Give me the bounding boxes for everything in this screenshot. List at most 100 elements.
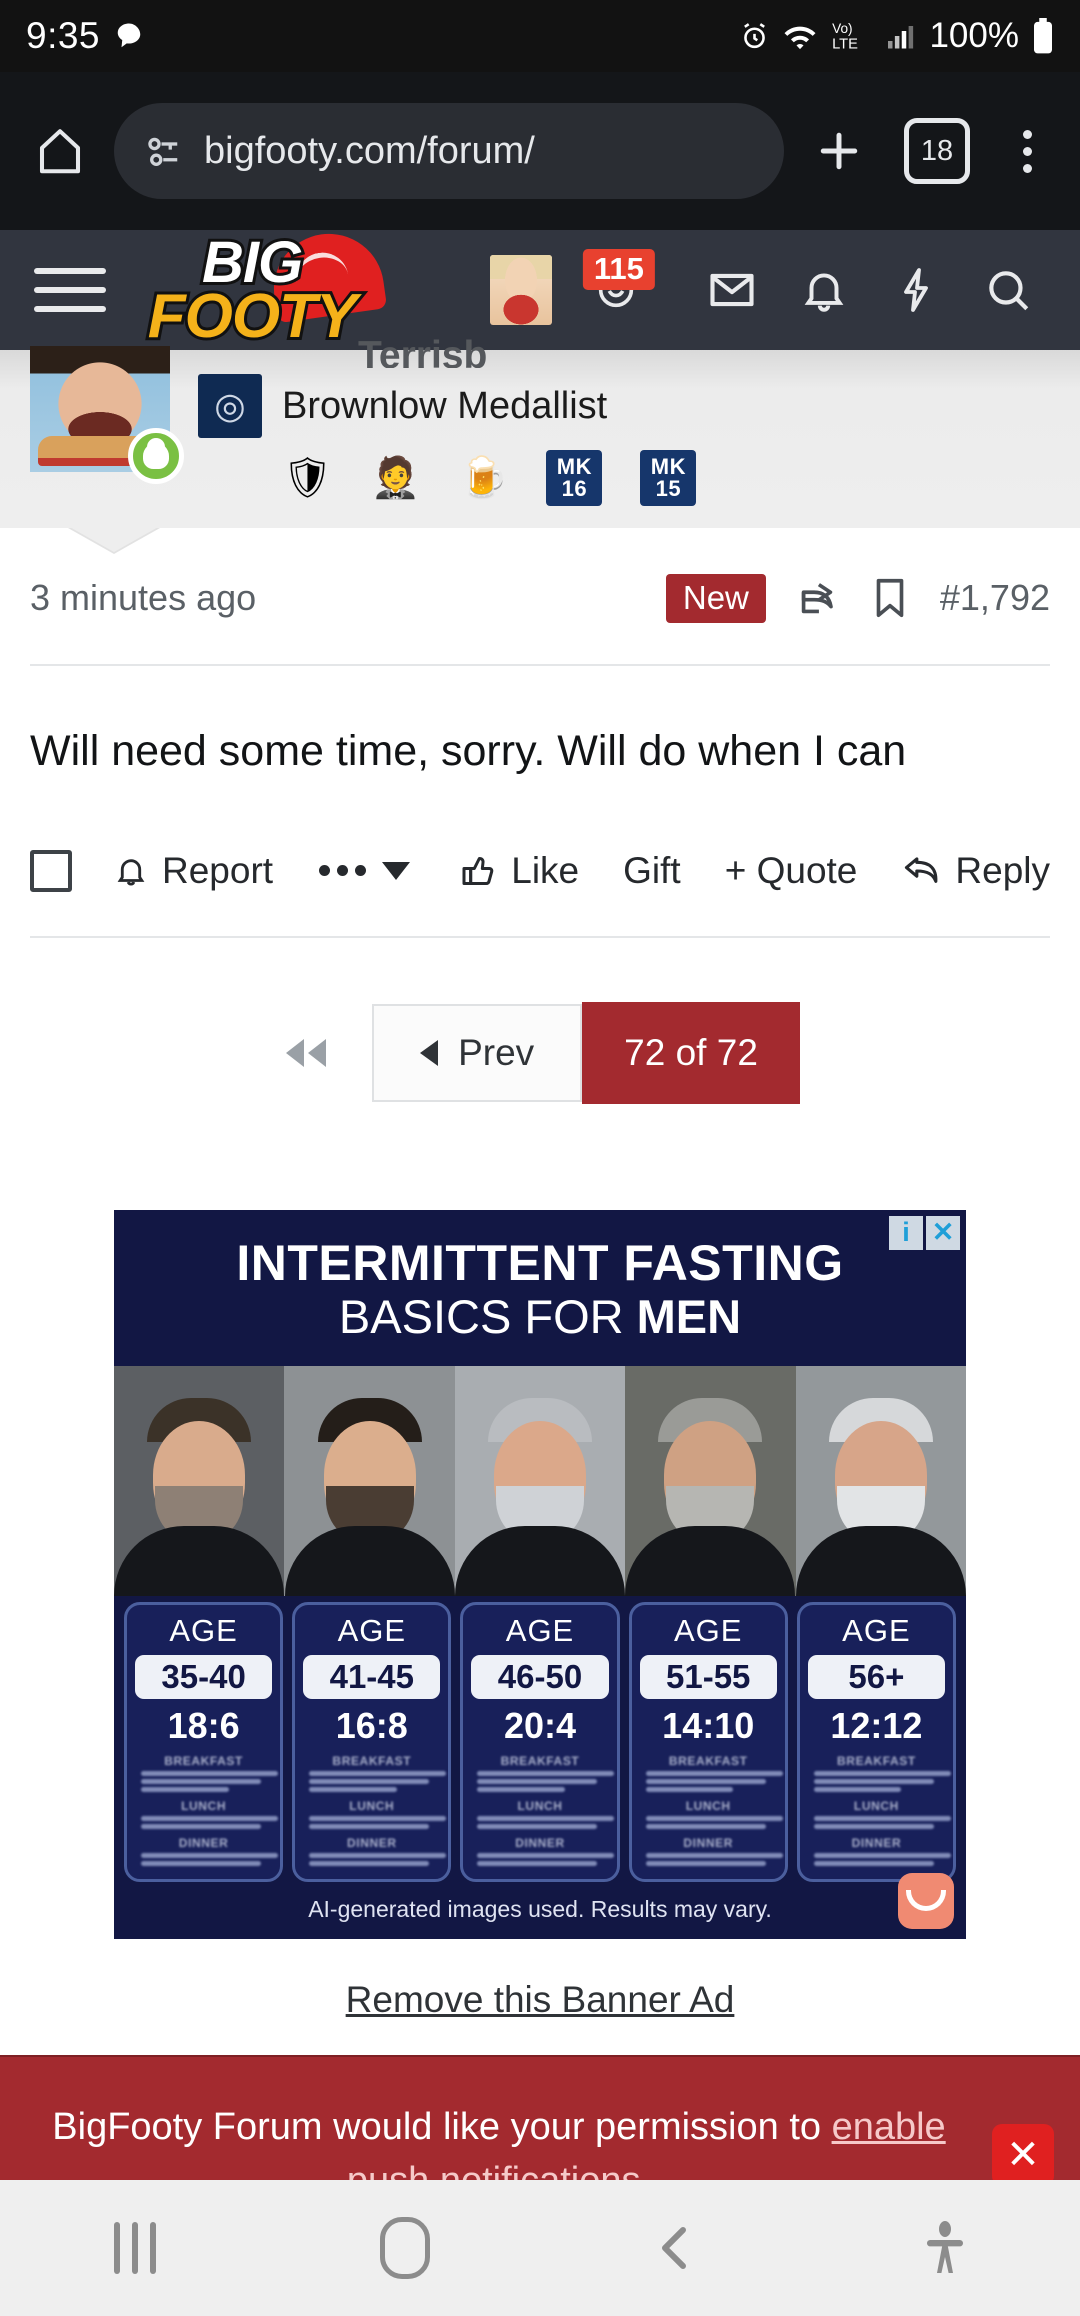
ad-meal-line — [813, 1786, 902, 1792]
post-meta-row: 3 minutes ago New #1,792 — [30, 550, 1050, 646]
close-icon[interactable]: ✕ — [992, 2123, 1054, 2186]
ad-disclaimer-text: AI-generated images used. Results may va… — [308, 1895, 772, 1922]
mk-badge-16-bottom: 16 — [561, 476, 588, 501]
mk-badge-16[interactable]: MK 16 — [546, 450, 603, 506]
ad-meal-line — [309, 1786, 397, 1792]
ad-info-icon[interactable]: i — [889, 1215, 923, 1250]
banner-ad-zone: INTERMITTENT FASTING BASICS FOR MEN i ✕ … — [30, 1104, 1050, 2055]
post-number[interactable]: #1,792 — [940, 577, 1050, 619]
report-button[interactable]: Report — [112, 850, 273, 892]
quote-button[interactable]: + Quote — [725, 850, 858, 892]
rank-medal-icon: ◎ — [198, 374, 262, 438]
ad-age-card-5: AGE 56+ 12:12 BREAKFAST LUNCH DINNER — [796, 1601, 957, 1882]
back-icon[interactable] — [540, 2222, 810, 2274]
more-options-button[interactable] — [319, 861, 411, 880]
user-badges: 🛡 🤵 🍺 MK 16 MK 15 — [282, 450, 1050, 506]
bookmark-icon[interactable] — [870, 575, 910, 621]
ad-meal-line — [813, 1778, 934, 1784]
ad-age-label: AGE — [505, 1612, 575, 1648]
battery-percentage: 100% — [929, 16, 1019, 55]
alerts-icon[interactable]: 115 — [580, 249, 655, 313]
bell-icon[interactable] — [778, 265, 870, 315]
ad-meal-line — [141, 1786, 229, 1792]
like-button[interactable]: Like — [459, 850, 579, 892]
recents-icon[interactable] — [0, 2222, 270, 2274]
ad-meal-line — [645, 1778, 766, 1784]
home-icon[interactable] — [270, 2217, 540, 2279]
ad-meal-heading: LUNCH — [853, 1798, 899, 1813]
overflow-menu-icon[interactable] — [996, 129, 1058, 173]
ad-face-3 — [454, 1365, 626, 1596]
mk-badge-15[interactable]: MK 15 — [640, 450, 697, 506]
banner-ad[interactable]: INTERMITTENT FASTING BASICS FOR MEN i ✕ … — [114, 1209, 967, 1939]
post-author-avatar[interactable] — [30, 346, 184, 484]
post-timestamp[interactable]: 3 minutes ago — [30, 577, 256, 619]
ad-meal-line — [813, 1770, 951, 1776]
ad-meal-line — [645, 1852, 783, 1858]
ad-meal-line — [813, 1823, 934, 1829]
gift-button[interactable]: Gift — [623, 850, 681, 892]
ad-meal-line — [309, 1770, 447, 1776]
user-title: Brownlow Medallist — [282, 384, 608, 427]
ad-disclaimer: AI-generated images used. Results may va… — [114, 1872, 966, 1939]
site-settings-icon[interactable] — [144, 130, 186, 172]
ad-controls: i ✕ — [889, 1215, 960, 1250]
ad-fasting-ratio: 16:8 — [335, 1704, 408, 1746]
beer-mug-badge[interactable]: 🍺 — [459, 458, 509, 498]
ad-fasting-ratio: 18:6 — [167, 1704, 240, 1746]
phone-screen: 9:35 Vo) LTE 100% bigfooty.com/forum/ 18… — [0, 0, 1080, 2316]
bigfooty-logo[interactable]: BIG FOOTY — [126, 226, 388, 351]
ad-close-icon[interactable]: ✕ — [926, 1215, 960, 1250]
remove-banner-ad-link[interactable]: Remove this Banner Ad — [346, 1939, 735, 2055]
post-action-row: Report Like Gift + Quote Reply — [30, 836, 1050, 906]
share-icon[interactable] — [794, 575, 840, 621]
home-icon[interactable] — [22, 124, 98, 178]
chat-bubble-icon — [114, 21, 144, 51]
ad-age-label: AGE — [842, 1612, 911, 1648]
first-page-button[interactable] — [280, 1033, 332, 1073]
svg-text:Vo): Vo) — [833, 21, 853, 36]
ad-meal-line — [645, 1786, 734, 1792]
ellipsis-icon — [319, 865, 367, 877]
smile-icon[interactable] — [898, 1872, 954, 1929]
post-user-header: Terrisb ◎ Brownlow Medallist 🛡 🤵 🍺 MK 16… — [0, 334, 1080, 552]
ad-headline: INTERMITTENT FASTING BASICS FOR MEN i ✕ — [114, 1209, 966, 1366]
soldier-badge[interactable]: 🤵 — [371, 458, 421, 498]
prev-page-button[interactable]: Prev — [372, 1003, 583, 1102]
svg-text:LTE: LTE — [833, 37, 859, 53]
ad-meal-line — [477, 1860, 598, 1866]
post-container: 3 minutes ago New #1,792 Will need some … — [0, 550, 1080, 2055]
ad-age-range: 51-55 — [639, 1654, 777, 1699]
user-avatar[interactable] — [490, 255, 552, 325]
ad-age-range: 46-50 — [471, 1654, 609, 1699]
mk-badge-16-top: MK — [556, 454, 593, 479]
hamburger-menu-icon[interactable] — [26, 268, 112, 312]
pagination: Prev 72 of 72 — [30, 938, 1050, 1104]
inbox-icon[interactable] — [686, 264, 778, 316]
ad-face-4 — [625, 1365, 796, 1596]
current-page-indicator[interactable]: 72 of 72 — [582, 1001, 800, 1104]
new-tab-icon[interactable] — [800, 124, 878, 178]
signal-bars-icon — [885, 21, 916, 51]
accessibility-icon[interactable] — [810, 2221, 1080, 2275]
whats-new-icon[interactable] — [870, 266, 962, 314]
status-clock: 9:35 — [26, 15, 101, 56]
site-navbar: BIG FOOTY 115 — [0, 226, 1080, 351]
ad-age-range: 35-40 — [135, 1654, 273, 1699]
ad-fasting-ratio: 14:10 — [662, 1704, 755, 1746]
url-bar[interactable]: bigfooty.com/forum/ — [114, 103, 784, 199]
tab-switcher-icon[interactable]: 18 — [904, 118, 970, 184]
ad-face-body — [455, 1525, 626, 1596]
post-author-username[interactable]: Terrisb — [358, 334, 1050, 368]
ad-meal-heading: BREAKFAST — [332, 1753, 412, 1768]
victory-shield-badge[interactable]: 🛡 — [282, 458, 333, 498]
ad-meal-heading: DINNER — [178, 1835, 229, 1850]
ad-meal-heading: DINNER — [851, 1835, 902, 1850]
mk-badge-15-bottom: 15 — [655, 476, 682, 501]
reply-label: Reply — [955, 849, 1050, 891]
post-select-checkbox[interactable] — [30, 849, 72, 892]
search-icon[interactable] — [962, 265, 1054, 315]
ad-meal-heading: DINNER — [683, 1835, 734, 1850]
alert-count-badge: 115 — [582, 249, 655, 290]
reply-button[interactable]: Reply — [901, 850, 1050, 892]
